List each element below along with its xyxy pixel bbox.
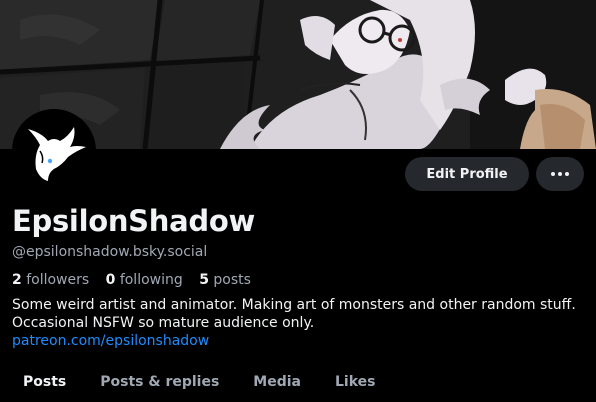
- bio-line-1: Some weird artist and animator. Making a…: [12, 297, 576, 313]
- edit-profile-button[interactable]: Edit Profile: [405, 157, 529, 191]
- bio-link[interactable]: patreon.com/epsilonshadow: [12, 332, 592, 350]
- following-stat[interactable]: 0 following: [106, 272, 183, 288]
- posts-stat: 5 posts: [199, 272, 251, 288]
- profile-stats: 2 followers 0 following 5 posts: [12, 272, 263, 288]
- following-count: 0: [105, 272, 116, 288]
- tab-posts-and-replies[interactable]: Posts & replies: [83, 368, 236, 390]
- more-options-button[interactable]: [536, 157, 584, 191]
- avatar[interactable]: [12, 109, 96, 193]
- followers-label: followers: [26, 272, 90, 288]
- posts-label: posts: [213, 272, 251, 288]
- profile-banner[interactable]: [0, 0, 596, 149]
- following-label: following: [119, 272, 183, 288]
- display-name: EpsilonShadow: [12, 204, 255, 238]
- banner-artwork: [0, 0, 596, 149]
- dragon-logo-icon: [14, 111, 94, 191]
- tab-likes[interactable]: Likes: [318, 368, 392, 390]
- bio-line-2: Occasional NSFW so mature audience only.: [12, 315, 315, 331]
- tab-posts[interactable]: Posts: [0, 368, 83, 390]
- posts-count: 5: [199, 272, 209, 288]
- profile-tabs: Posts Posts & replies Media Likes: [0, 368, 596, 402]
- tab-media[interactable]: Media: [236, 368, 318, 390]
- profile-bio: Some weird artist and animator. Making a…: [12, 296, 592, 350]
- profile-handle: @epsilonshadow.bsky.social: [12, 244, 208, 260]
- ellipsis-icon: [551, 172, 569, 176]
- followers-count: 2: [12, 272, 22, 288]
- followers-stat[interactable]: 2 followers: [12, 272, 89, 288]
